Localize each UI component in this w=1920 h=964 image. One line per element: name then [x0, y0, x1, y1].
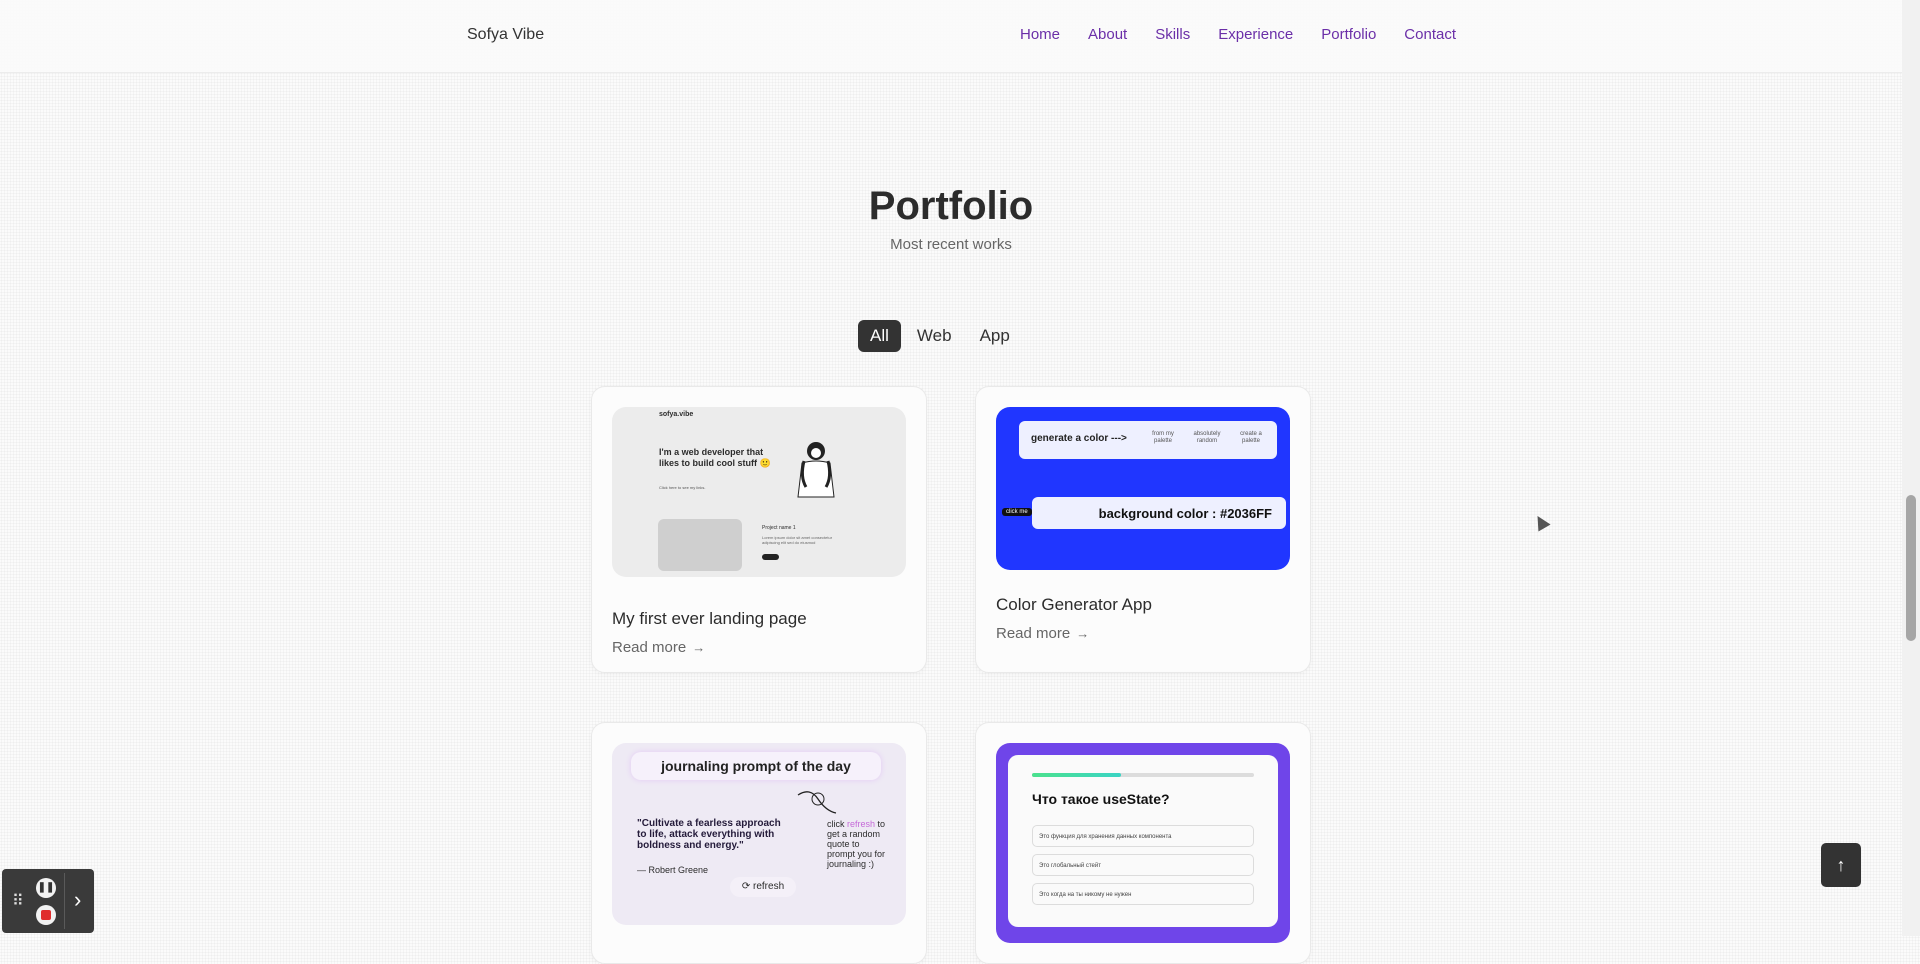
- arrow-right-icon: →: [692, 640, 706, 655]
- thumb-project-name: Project name 1: [762, 525, 796, 531]
- thumb-generate-bar: generate a color ---> from my palette ab…: [1019, 421, 1277, 459]
- read-more-link[interactable]: Read more →: [612, 639, 705, 656]
- portfolio-card[interactable]: Что такое useState? Это функция для хран…: [975, 722, 1311, 964]
- read-more-label: Read more: [612, 639, 687, 656]
- girl-illustration-icon: [797, 442, 835, 498]
- arrow-right-icon: →: [1076, 626, 1090, 641]
- thumb-quote: "Cultivate a fearless approach to life, …: [637, 818, 781, 851]
- thumb-prompt-title: journaling prompt of the day: [631, 752, 881, 780]
- filter-web[interactable]: Web: [905, 320, 964, 352]
- quiz-answer: Это когда на ты никому не нужен: [1032, 883, 1254, 905]
- section-title: Portfolio: [868, 184, 1034, 228]
- portfolio-filters: All Web App: [858, 320, 1022, 352]
- read-more-link[interactable]: Read more →: [996, 625, 1089, 642]
- thumb-generate-text: generate a color --->: [1031, 433, 1127, 444]
- read-more-label: Read more: [996, 625, 1071, 642]
- pause-button[interactable]: ❚❚: [36, 878, 56, 898]
- thumb-refresh-button: ⟳ refresh: [730, 877, 796, 897]
- thumb-option-palette: from my palette: [1152, 431, 1174, 444]
- portfolio-card[interactable]: sofya.vibe I'm a web developer that like…: [591, 386, 927, 673]
- main-nav: Home About Skills Experience Portfolio C…: [1020, 26, 1456, 43]
- thumb-image-placeholder: [658, 519, 742, 571]
- arrow-up-icon: ↑: [1836, 855, 1846, 875]
- quiz-progress-track: [1032, 773, 1254, 777]
- thumb-project-text: Lorem ipsum dolor sit amet consectetur a…: [762, 535, 833, 545]
- site-header: Sofya Vibe Home About Skills Experience …: [0, 0, 1902, 73]
- thumb-background-color-text: background color : #2036FF: [1098, 506, 1272, 521]
- quiz-answer: Это функция для хранения данных компонен…: [1032, 825, 1254, 847]
- nav-home[interactable]: Home: [1020, 26, 1060, 43]
- filter-app[interactable]: App: [968, 320, 1022, 352]
- thumb-logo: sofya.vibe: [659, 411, 694, 418]
- thumb-color-box: background color : #2036FF: [1032, 497, 1286, 529]
- nav-contact[interactable]: Contact: [1404, 26, 1456, 43]
- thumb-hero-text: I'm a web developer that likes to build …: [659, 447, 771, 468]
- thumb-click-highlight: refresh: [847, 819, 876, 829]
- card-title: My first ever landing page: [612, 609, 807, 628]
- quiz-progress-fill: [1032, 773, 1121, 777]
- scrollbar[interactable]: [1902, 0, 1920, 936]
- card-thumbnail[interactable]: journaling prompt of the day "Cultivate …: [612, 743, 906, 925]
- scroll-to-top-button[interactable]: ↑: [1821, 843, 1861, 887]
- card-thumbnail[interactable]: generate a color ---> from my palette ab…: [996, 407, 1290, 570]
- thumb-click-text: click: [827, 819, 845, 829]
- nav-experience[interactable]: Experience: [1218, 26, 1293, 43]
- scrollbar-thumb[interactable]: [1906, 495, 1916, 641]
- portfolio-card[interactable]: journaling prompt of the day "Cultivate …: [591, 722, 927, 964]
- thumb-option-create: create a palette: [1240, 431, 1262, 444]
- thumb-quote-author: — Robert Greene: [637, 865, 709, 875]
- thumb-option-random: absolutely random: [1193, 431, 1221, 444]
- mouse-cursor-icon: [1531, 512, 1551, 532]
- card-thumbnail[interactable]: Что такое useState? Это функция для хран…: [996, 743, 1290, 943]
- thumb-button: [762, 554, 779, 560]
- stop-button[interactable]: [36, 905, 56, 925]
- quiz-panel: Что такое useState? Это функция для хран…: [1008, 755, 1278, 927]
- card-thumbnail[interactable]: sofya.vibe I'm a web developer that like…: [612, 407, 906, 577]
- recording-toolbar: ⠿ ❚❚ ›: [2, 869, 94, 933]
- filter-all[interactable]: All: [858, 320, 901, 352]
- portfolio-card[interactable]: generate a color ---> from my palette ab…: [975, 386, 1311, 673]
- thumb-click-hint: click refresh to get a random quote to p…: [827, 819, 887, 869]
- thumb-small-text: Click here to see my links.: [659, 485, 706, 490]
- curly-arrow-icon: [797, 791, 837, 814]
- nav-portfolio[interactable]: Portfolio: [1321, 26, 1376, 43]
- thumb-tag: click me: [1002, 508, 1032, 516]
- section-subtitle: Most recent works: [890, 236, 1012, 253]
- nav-skills[interactable]: Skills: [1155, 26, 1190, 43]
- drag-handle-icon[interactable]: ⠿: [12, 891, 24, 911]
- nav-about[interactable]: About: [1088, 26, 1127, 43]
- toolbar-divider: [64, 873, 65, 929]
- quiz-answer: Это глобальный стейт: [1032, 854, 1254, 876]
- chevron-right-icon[interactable]: ›: [74, 887, 81, 913]
- card-title: Color Generator App: [996, 595, 1152, 614]
- brand-logo[interactable]: Sofya Vibe: [467, 26, 544, 44]
- quiz-question: Что такое useState?: [1032, 791, 1170, 807]
